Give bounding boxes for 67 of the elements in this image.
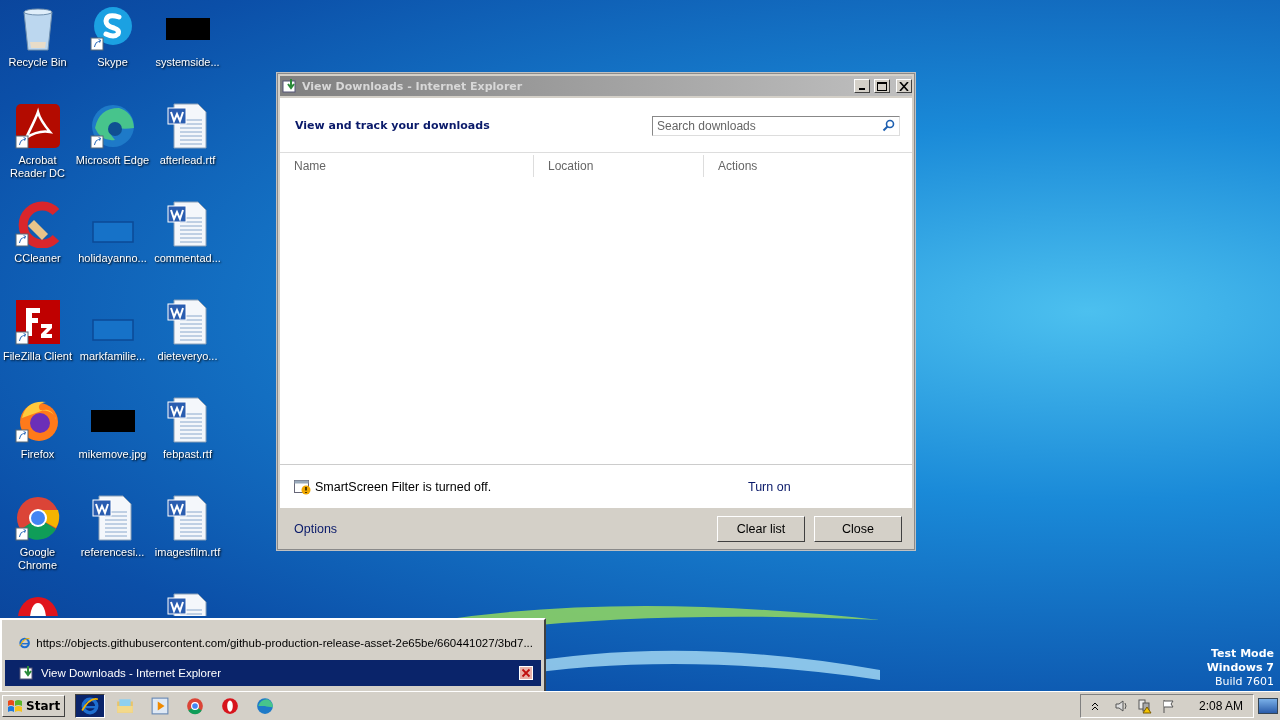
taskbar-app-button[interactable] [75, 694, 106, 718]
windows-logo-icon [7, 698, 23, 714]
desktop-icon-label: Firefox [19, 448, 56, 461]
desktop-icon-label: febpast.rtf [162, 448, 213, 461]
chrome-icon [186, 697, 205, 715]
desktop-icon-label: mikemove.jpg [77, 448, 148, 461]
os-watermark-text: Test Mode [1211, 647, 1274, 661]
desktop-icon-label: FileZilla Client [1, 350, 74, 363]
filezilla-icon[interactable] [13, 298, 62, 346]
search-icon[interactable] [882, 119, 895, 132]
desktop-icon-label: referencesi... [79, 546, 146, 559]
os-watermark-text: Windows 7 [1206, 661, 1274, 675]
warning-shield-icon [294, 478, 312, 495]
download-window-icon [282, 78, 298, 94]
column-header[interactable]: Name [280, 154, 533, 177]
window-list-title: View Downloads - Internet Explorer [41, 667, 223, 679]
desktop-icon-label: markfamilie... [78, 350, 147, 363]
desktop-icon-label: afterlead.rtf [158, 154, 217, 167]
desktop-icon-label: Skype [96, 56, 129, 69]
desktop-icon-label: dieteveryo... [156, 350, 219, 363]
network-warning-icon[interactable] [1136, 698, 1153, 714]
maximize-icon [877, 81, 887, 91]
search-field[interactable]: Search downloads [652, 116, 900, 136]
close-dialog-button[interactable]: Close [814, 515, 902, 542]
window-list-title: https://objects.githubusercontent.com/github-production-release-asset-2e65be/660441027/3bd7... [36, 637, 533, 649]
edge-browser-icon [256, 697, 275, 715]
desktop-icon-label: CCleaner [13, 252, 62, 265]
minimize-button[interactable] [854, 79, 870, 93]
desktop-icon-label: systemside... [154, 56, 221, 69]
chrome-icon[interactable] [13, 494, 62, 542]
desktop-icon-label: Recycle Bin [7, 56, 68, 69]
clear-list-button[interactable]: Clear list [717, 515, 805, 542]
desktop-icon-label: Google Chrome [16, 546, 59, 572]
flag-icon[interactable] [1160, 698, 1177, 714]
internet-explorer-icon [81, 697, 100, 715]
desktop-icon-label: holidayanno... [77, 252, 148, 265]
column-header[interactable]: Location [533, 154, 703, 177]
clock[interactable]: 2:08 AM [1198, 699, 1243, 713]
close-icon[interactable] [519, 666, 533, 680]
download-window-icon [19, 665, 35, 681]
opera-icon [221, 697, 240, 715]
desktop-icon-label: Acrobat Reader DC [9, 154, 66, 180]
window-title: View Downloads - Internet Explorer [302, 79, 524, 93]
start-button[interactable]: Start [2, 695, 66, 717]
os-watermark-text: Build 7601 [1214, 675, 1274, 689]
minimize-icon [859, 88, 865, 90]
close-icon [899, 81, 909, 91]
smartscreen-message: SmartScreen Filter is turned off. [315, 479, 493, 494]
desktop-icon-label: commentad... [153, 252, 222, 265]
edge-browser-icon[interactable] [88, 102, 137, 150]
window-list-item[interactable]: View Downloads - Internet Explorer [5, 660, 541, 686]
downloads-heading: View and track your downloads [295, 118, 490, 132]
folder-icon [116, 697, 135, 715]
show-desktop-button[interactable] [1258, 698, 1278, 714]
speaker-icon[interactable] [1112, 698, 1129, 714]
desktop-icon-label: Microsoft Edge [75, 154, 150, 167]
internet-explorer-icon [19, 635, 31, 651]
column-header[interactable]: Actions [703, 154, 912, 177]
turn-on-link[interactable]: Turn on [748, 479, 791, 494]
ccleaner-icon[interactable] [13, 200, 62, 248]
media-player-icon [151, 697, 170, 715]
maximize-button[interactable] [874, 79, 890, 93]
desktop-icon-label: imagesfilm.rtf [153, 546, 222, 559]
window-list-item[interactable]: https://objects.githubusercontent.com/github-production-release-asset-2e65be/660441027/3bd7... [5, 630, 541, 656]
options-link[interactable]: Options [294, 521, 338, 536]
close-button[interactable] [896, 79, 912, 93]
pdf-icon[interactable] [13, 102, 62, 150]
